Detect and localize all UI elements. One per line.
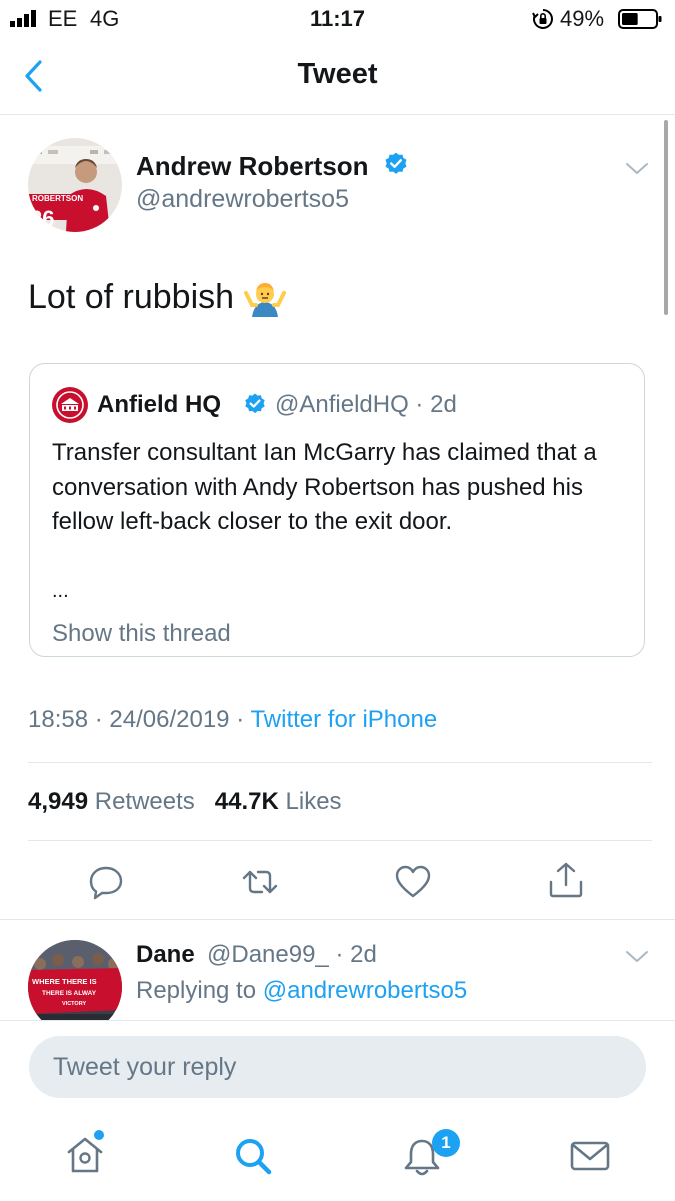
quoted-author-avatar[interactable] <box>52 387 88 423</box>
quoted-author-name: Anfield HQ <box>97 391 221 418</box>
quoted-meta: @AnfieldHQ · 2d <box>275 391 457 419</box>
notification-badge: 1 <box>432 1129 460 1157</box>
quoted-text: Transfer consultant Ian McGarry has clai… <box>52 439 597 535</box>
tweet-timestamp: 18:58 · 24/06/2019 · Twitter for iPhone <box>28 706 437 734</box>
nav-bar: Tweet <box>0 40 675 115</box>
tweet-stats: 4,949 Retweets 44.7K Likes <box>28 788 342 816</box>
replying-to: Replying to @andrewrobertso5 <box>136 977 467 1005</box>
battery-percent: 49% <box>560 6 605 31</box>
scrollbar[interactable] <box>664 120 668 315</box>
shrug-emoji-icon <box>244 282 287 317</box>
reply-age: 2d <box>350 941 377 968</box>
like-count: 44.7K <box>214 788 279 815</box>
quoted-ellipsis: ... <box>52 580 69 602</box>
quoted-age: 2d <box>430 391 457 418</box>
chevron-down-icon[interactable] <box>622 158 652 180</box>
author-handle[interactable]: @andrewrobertso5 <box>136 185 349 214</box>
battery-icon <box>618 9 662 29</box>
verified-badge-icon <box>385 152 407 174</box>
reply-input[interactable] <box>29 1036 646 1098</box>
retweet-icon[interactable] <box>240 862 280 902</box>
reply-meta: @Dane99_ · 2d <box>207 941 377 969</box>
tweet-meta-separator: · <box>236 706 245 733</box>
status-bar: EE 4G 11:17 49% <box>0 0 675 40</box>
avatar-banner-line-1: WHERE THERE IS <box>32 977 97 986</box>
replying-to-label: Replying to <box>136 977 257 1004</box>
reply-author-name[interactable]: Dane <box>136 941 195 969</box>
avatar-shirt-name: ROBERTSON <box>32 194 83 203</box>
home-unread-dot <box>94 1130 104 1140</box>
tweet-time: 18:58 <box>28 706 89 733</box>
avatar-shirt-number: 26 <box>30 206 54 231</box>
tweet-date: 24/06/2019 <box>109 706 230 733</box>
quoted-author-handle: @AnfieldHQ <box>275 391 409 418</box>
tweet-meta-separator: · <box>94 706 103 733</box>
search-icon[interactable] <box>231 1134 275 1178</box>
divider <box>28 762 652 763</box>
author-avatar[interactable]: ROBERTSON 26 <box>28 138 122 232</box>
share-icon[interactable] <box>546 860 586 900</box>
like-stat[interactable]: 44.7K Likes <box>215 788 342 815</box>
avatar-banner-line-2: THERE IS ALWAY <box>42 990 97 997</box>
chevron-down-icon[interactable] <box>622 946 652 968</box>
avatar-banner-line-3: VICTORY <box>62 1001 86 1007</box>
divider <box>28 840 652 841</box>
quoted-separator: · <box>415 391 424 418</box>
reply-author-handle: @Dane99_ <box>207 941 329 968</box>
retweet-stat[interactable]: 4,949 Retweets <box>28 788 195 815</box>
tweet-text: Lot of rubbish <box>28 278 235 316</box>
replying-to-handle-link[interactable]: @andrewrobertso5 <box>263 977 467 1004</box>
verified-badge-icon <box>245 393 265 414</box>
orientation-lock-icon <box>532 9 553 29</box>
reply-icon[interactable] <box>86 862 126 902</box>
like-label: Likes <box>285 788 342 815</box>
show-thread-link[interactable]: Show this thread <box>52 620 231 648</box>
page-title: Tweet <box>297 58 378 90</box>
tweet-body: Lot of rubbish <box>28 278 287 317</box>
retweet-label: Retweets <box>94 788 195 815</box>
messages-envelope-icon[interactable] <box>568 1134 612 1178</box>
author-name[interactable]: Andrew Robertson <box>136 151 369 182</box>
tweet-source-link[interactable]: Twitter for iPhone <box>250 706 437 733</box>
divider <box>0 919 675 920</box>
like-heart-icon[interactable] <box>393 862 433 902</box>
reply-separator: · <box>335 941 344 968</box>
retweet-count: 4,949 <box>28 788 89 815</box>
